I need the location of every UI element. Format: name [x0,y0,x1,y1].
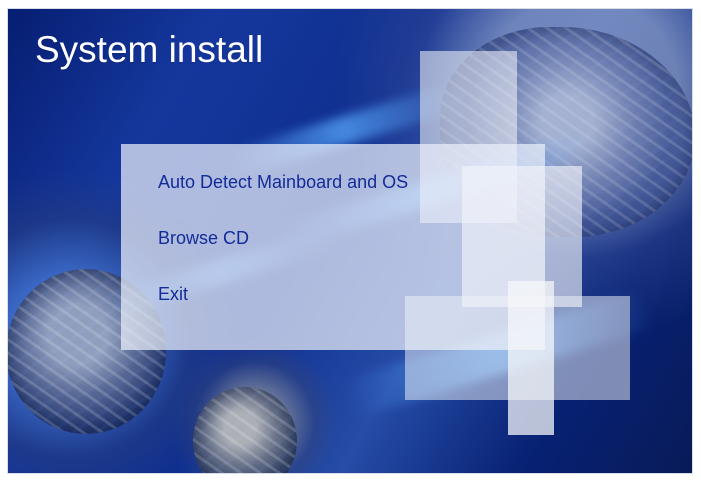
installer-window: System install Auto Detect Mainboard and… [7,8,693,474]
menu-item-auto-detect[interactable]: Auto Detect Mainboard and OS [158,168,548,224]
install-menu: Auto Detect Mainboard and OS Browse CD E… [158,168,548,336]
circuit-globe-bottom [193,387,297,473]
page-title: System install [35,29,264,70]
menu-item-exit[interactable]: Exit [158,280,548,336]
menu-item-browse-cd[interactable]: Browse CD [158,224,548,280]
